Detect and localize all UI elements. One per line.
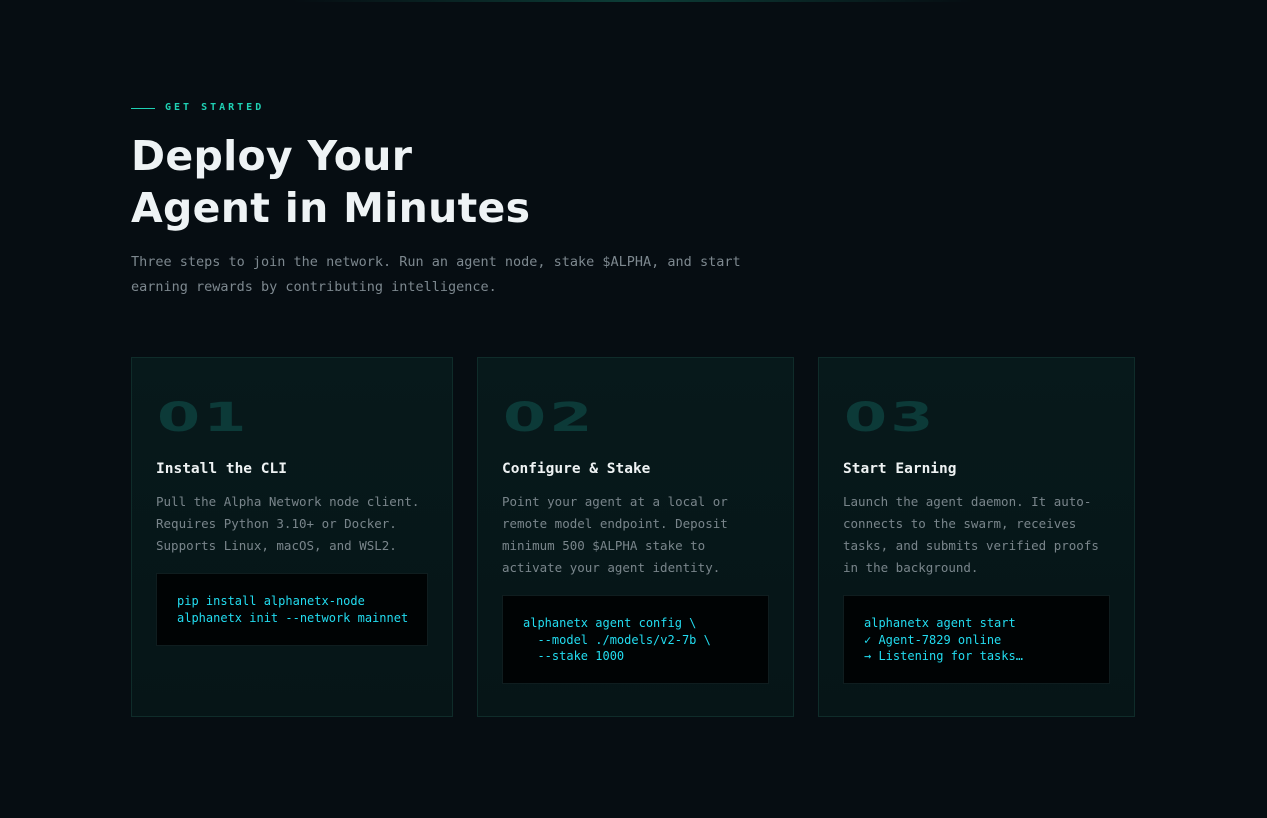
top-divider xyxy=(293,0,973,2)
step-description-line: tasks, and submits verified proofs xyxy=(843,538,1099,553)
eyebrow-label: GET STARTED xyxy=(165,102,265,113)
code-line: → Listening for tasks… xyxy=(864,649,1023,663)
step-number: 01 xyxy=(157,395,250,441)
step-description: Point your agent at a local or remote mo… xyxy=(502,491,728,579)
code-block[interactable]: pip install alphanetx-node alphanetx ini… xyxy=(156,573,428,646)
step-description-line: connects to the swarm, receives xyxy=(843,516,1077,531)
step-description: Pull the Alpha Network node client. Requ… xyxy=(156,491,419,557)
section-subtitle-line: Three steps to join the network. Run an … xyxy=(131,254,741,270)
code-line: ✓ Agent-7829 online xyxy=(864,632,1002,647)
section-title-line: Agent in Minutes xyxy=(131,184,531,232)
step-description-line: activate your agent identity. xyxy=(502,560,721,575)
step-description-line: Point your agent at a local or xyxy=(502,494,728,509)
step-description-line: Pull the Alpha Network node client. xyxy=(156,494,420,509)
code-block[interactable]: alphanetx agent start ✓ Agent-7829 onlin… xyxy=(843,595,1110,684)
code-line: --model ./models/v2-7b \ xyxy=(523,632,711,647)
code-block[interactable]: alphanetx agent config \ --model ./model… xyxy=(502,595,769,684)
code-line: alphanetx agent start xyxy=(864,616,1016,630)
step-description: Launch the agent daemon. It auto- connec… xyxy=(843,491,1099,579)
step-title: Install the CLI xyxy=(156,461,287,477)
step-description-line: Launch the agent daemon. It auto- xyxy=(843,494,1092,509)
eyebrow-line xyxy=(131,107,155,109)
code-line: alphanetx init --network mainnet xyxy=(177,610,409,625)
step-number: 03 xyxy=(844,395,937,441)
step-description-line: remote model endpoint. Deposit xyxy=(502,516,728,531)
section-title-line: Deploy Your xyxy=(131,132,413,180)
step-title: Configure & Stake xyxy=(502,461,651,477)
step-number: 02 xyxy=(503,395,596,441)
section-eyebrow: GET STARTED xyxy=(131,101,264,115)
section-subtitle-line: earning rewards by contributing intellig… xyxy=(131,279,497,295)
step-description-line: in the background. xyxy=(843,560,979,575)
code-line: pip install alphanetx-node xyxy=(177,594,365,608)
step-title: Start Earning xyxy=(843,461,957,477)
code-line: alphanetx agent config \ xyxy=(523,616,697,630)
step-card-configure: 02 Configure & Stake Point your agent at… xyxy=(477,357,794,717)
section-subtitle: Three steps to join the network. Run an … xyxy=(131,250,791,300)
code-line: --stake 1000 xyxy=(523,649,625,663)
step-card-install: 01 Install the CLI Pull the Alpha Networ… xyxy=(131,357,453,717)
step-card-earn: 03 Start Earning Launch the agent daemon… xyxy=(818,357,1135,717)
step-description-line: Supports Linux, macOS, and WSL2. xyxy=(156,538,397,553)
step-description-line: minimum 500 $ALPHA stake to xyxy=(502,538,706,553)
step-description-line: Requires Python 3.10+ or Docker. xyxy=(156,516,397,531)
section-title: Deploy Your Agent in Minutes xyxy=(131,130,530,234)
